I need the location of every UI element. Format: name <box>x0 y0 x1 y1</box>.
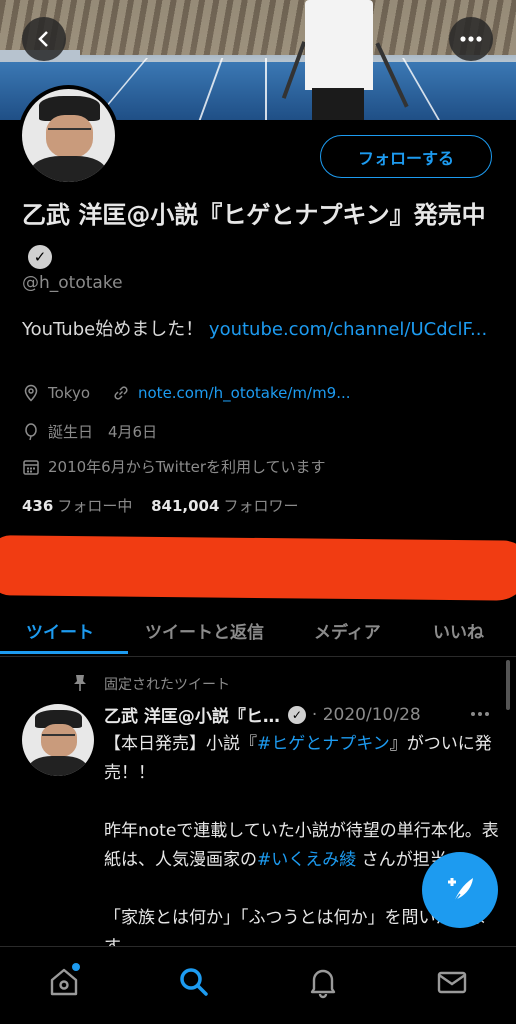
more-icon <box>460 36 482 42</box>
verified-badge-icon: ✓ <box>287 705 306 724</box>
scrollbar[interactable] <box>506 660 510 710</box>
banner-lane <box>265 58 267 120</box>
hashtag-link[interactable]: #ヒゲとナプキン <box>257 734 390 754</box>
profile-meta-row: Tokyo note.com/h_ototake/m/m9... <box>22 384 351 402</box>
profile-handle: @h_ototake <box>22 273 123 293</box>
pin-icon <box>74 675 86 691</box>
tweet-more-icon[interactable] <box>470 702 490 721</box>
mail-icon[interactable] <box>435 965 469 999</box>
back-button[interactable] <box>22 17 66 61</box>
followers-link[interactable]: 841,004 フォロワー <box>151 497 298 515</box>
back-arrow-icon <box>38 31 48 47</box>
search-icon[interactable] <box>177 965 211 999</box>
tweet-avatar-photo <box>22 704 94 776</box>
profile-counts: 436 フォロー中 841,004 フォロワー <box>22 495 298 516</box>
tweet-text: 【本日発売】小説『 <box>104 734 257 754</box>
tweet-author[interactable]: 乙武 洋匡@小説『ヒ… <box>104 702 280 727</box>
follow-button[interactable]: フォローする <box>320 135 492 178</box>
balloon-icon <box>25 422 37 440</box>
more-button[interactable] <box>449 17 493 61</box>
following-count: 436 <box>22 497 54 515</box>
tweet-header: 乙武 洋匡@小説『ヒ… ✓ · 2020/10/28 <box>104 702 421 728</box>
profile-birthday-row: 誕生日 4月6日 <box>22 421 157 442</box>
pinned-label: 固定されたツイート <box>104 677 230 693</box>
tweet-avatar[interactable] <box>22 704 94 776</box>
calendar-icon <box>23 459 39 475</box>
avatar-shirt <box>29 755 87 776</box>
following-link[interactable]: 436 フォロー中 <box>22 497 132 515</box>
redaction-mark <box>0 535 516 601</box>
avatar-face <box>40 724 77 758</box>
link-icon <box>114 386 128 400</box>
avatar-shirt <box>31 155 106 182</box>
profile-location: Tokyo <box>48 384 90 402</box>
tweet-date[interactable]: · 2020/10/28 <box>312 705 421 725</box>
profile-bio: YouTube始めました！ youtube.com/channel/UCdclF… <box>22 316 492 344</box>
compose-feather-icon <box>448 878 473 903</box>
banner-person-legs <box>312 88 364 120</box>
hashtag-link[interactable]: #いくえみ綾 <box>257 850 356 870</box>
banner-roof <box>0 0 516 55</box>
location-pin-icon <box>24 384 38 402</box>
profile-name: 乙武 洋匡@小説『ヒゲとナプキン』発売中 ✓ <box>22 197 502 269</box>
profile-joined: 2010年6月からTwitterを利用しています <box>48 458 326 476</box>
avatar-glasses <box>48 128 91 134</box>
home-notification-dot <box>72 963 80 971</box>
profile-name-text: 乙武 洋匡@小説『ヒゲとナプキン』発売中 <box>22 201 486 229</box>
profile-avatar[interactable] <box>18 85 119 186</box>
tweet-paragraph: 【本日発売】小説『#ヒゲとナプキン』がついに発売！！ <box>104 730 499 788</box>
followers-count: 841,004 <box>151 497 220 515</box>
tab-tweets[interactable]: ツイート <box>26 603 94 657</box>
more-icon <box>471 712 489 716</box>
avatar-face <box>46 115 93 158</box>
bottom-navigation <box>0 946 516 1024</box>
verified-badge-icon: ✓ <box>28 245 52 269</box>
following-label: フォロー中 <box>57 497 133 515</box>
bio-text: YouTube始めました！ <box>22 319 209 340</box>
profile-website[interactable]: note.com/h_ototake/m/m9... <box>138 384 351 402</box>
tab-tweets-and-replies[interactable]: ツイートと返信 <box>145 603 264 657</box>
followers-label: フォロワー <box>223 497 299 515</box>
compose-tweet-button[interactable] <box>422 852 498 928</box>
profile-birthday: 誕生日 4月6日 <box>48 423 158 441</box>
banner-person <box>305 0 373 90</box>
avatar-glasses <box>42 734 76 738</box>
tab-likes[interactable]: いいね <box>433 603 484 657</box>
profile-tabs: ツイート ツイートと返信 メディア いいね <box>0 603 516 657</box>
bell-icon[interactable] <box>306 965 340 999</box>
bio-link[interactable]: youtube.com/channel/UCdclF... <box>209 319 487 340</box>
active-tab-indicator <box>0 651 128 654</box>
profile-joined-row: 2010年6月からTwitterを利用しています <box>22 456 326 477</box>
tab-media[interactable]: メディア <box>314 603 381 657</box>
avatar-photo <box>22 89 115 182</box>
